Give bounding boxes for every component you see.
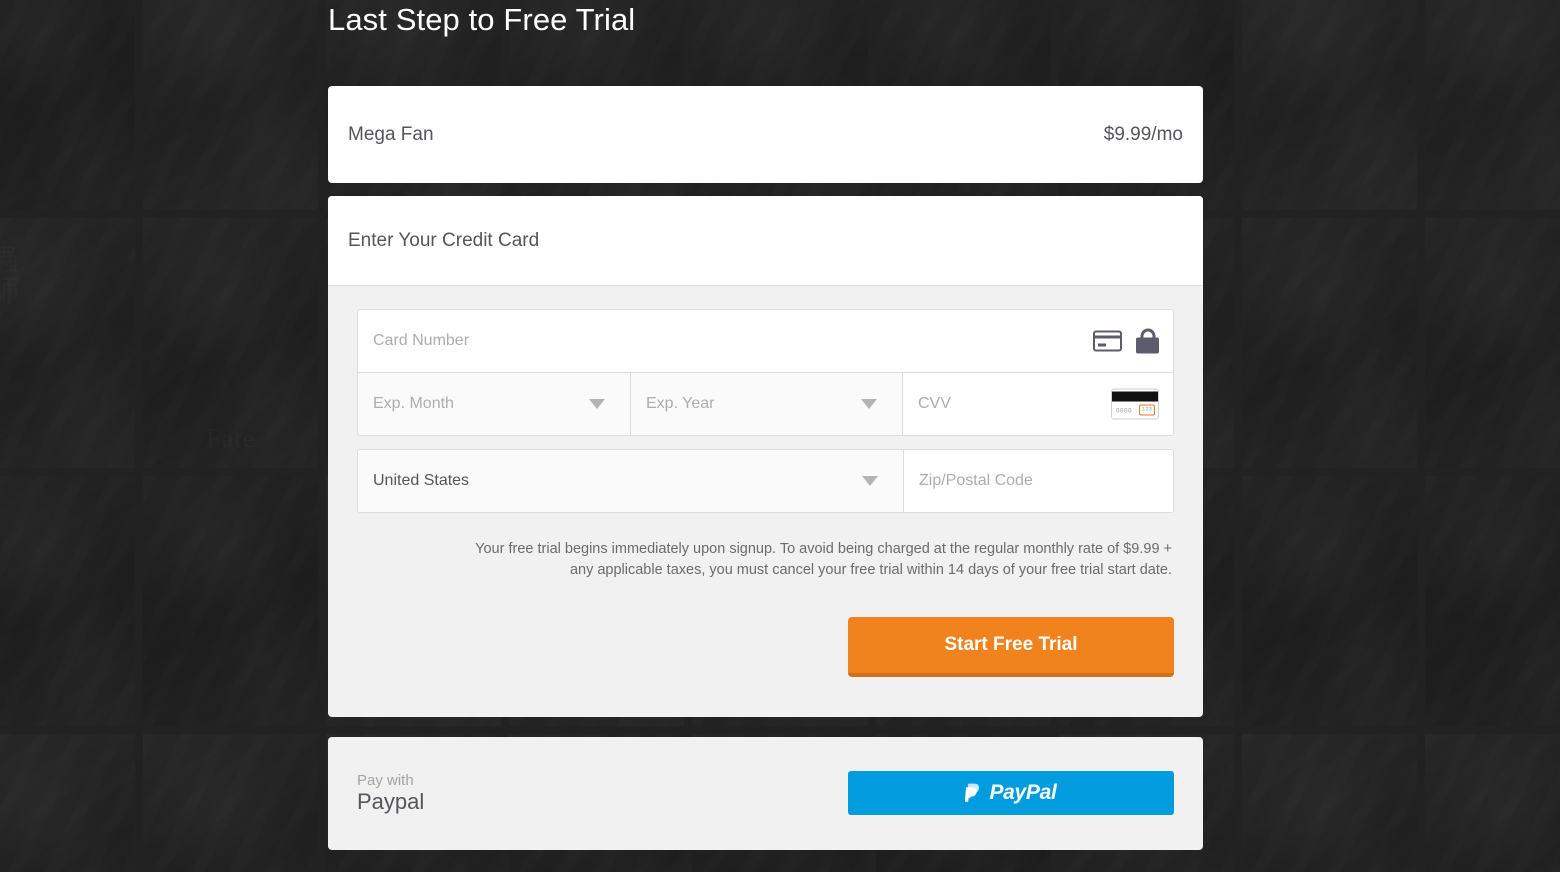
card-number-input[interactable]: Card Number <box>358 310 1173 372</box>
cvv-placeholder: CVV <box>918 395 951 412</box>
lock-icon <box>1136 328 1159 354</box>
card-number-placeholder: Card Number <box>373 332 470 349</box>
paypal-provider-name: Paypal <box>357 788 425 814</box>
chevron-down-icon <box>862 476 878 486</box>
card-fieldset: Card Number Exp. Month Exp. Year CVV 000… <box>357 309 1174 436</box>
checkout-page: Last Step to Free Trial Mega Fan $9.99/m… <box>0 0 1560 872</box>
plan-price: $9.99/mo <box>1103 123 1183 145</box>
credit-card-body: Card Number Exp. Month Exp. Year CVV 000… <box>328 286 1203 717</box>
paypal-button[interactable]: PayPal <box>848 771 1174 815</box>
chevron-down-icon <box>861 399 877 409</box>
exp-year-select[interactable]: Exp. Year <box>630 373 902 435</box>
start-free-trial-button[interactable]: Start Free Trial <box>848 616 1174 677</box>
plan-summary-card: Mega Fan $9.99/mo <box>328 86 1203 183</box>
country-fieldset: United States Zip/Postal Code <box>357 449 1174 513</box>
submit-row: Start Free Trial <box>357 596 1174 717</box>
paypal-card: Pay with Paypal PayPal <box>328 736 1203 850</box>
card-number-icons <box>1093 328 1159 354</box>
country-value: United States <box>373 472 470 489</box>
zip-input[interactable]: Zip/Postal Code <box>903 450 1173 512</box>
paypal-logo-icon <box>965 783 982 804</box>
country-zip-row: United States Zip/Postal Code <box>358 450 1173 512</box>
country-select[interactable]: United States <box>358 450 903 512</box>
card-number-row: Card Number <box>358 310 1173 372</box>
zip-placeholder: Zip/Postal Code <box>919 472 1033 489</box>
exp-month-placeholder: Exp. Month <box>373 395 454 412</box>
credit-card-header: Enter Your Credit Card <box>328 196 1203 286</box>
paypal-button-label: PayPal <box>989 781 1057 804</box>
plan-name: Mega Fan <box>348 123 434 145</box>
credit-card-form-card: Enter Your Credit Card Card Number Exp. … <box>328 196 1203 717</box>
expiry-cvv-row: Exp. Month Exp. Year CVV 0000 123 <box>358 372 1173 435</box>
page-title: Last Step to Free Trial <box>328 2 636 37</box>
credit-card-header-title: Enter Your Credit Card <box>348 229 540 251</box>
trial-disclaimer: Your free trial begins immediately upon … <box>475 541 1172 578</box>
exp-month-select[interactable]: Exp. Month <box>358 373 630 435</box>
cvv-card-back-icon: 0000 123 <box>1111 388 1159 420</box>
exp-year-placeholder: Exp. Year <box>646 395 715 412</box>
chevron-down-icon <box>589 399 605 409</box>
checkout-column: Last Step to Free Trial Mega Fan $9.99/m… <box>328 0 1203 850</box>
credit-card-icon <box>1093 330 1122 352</box>
pay-with-label: Pay with <box>357 771 414 789</box>
cvv-input[interactable]: CVV 0000 123 <box>902 373 1173 435</box>
paypal-label-group: Pay with Paypal <box>357 772 424 815</box>
